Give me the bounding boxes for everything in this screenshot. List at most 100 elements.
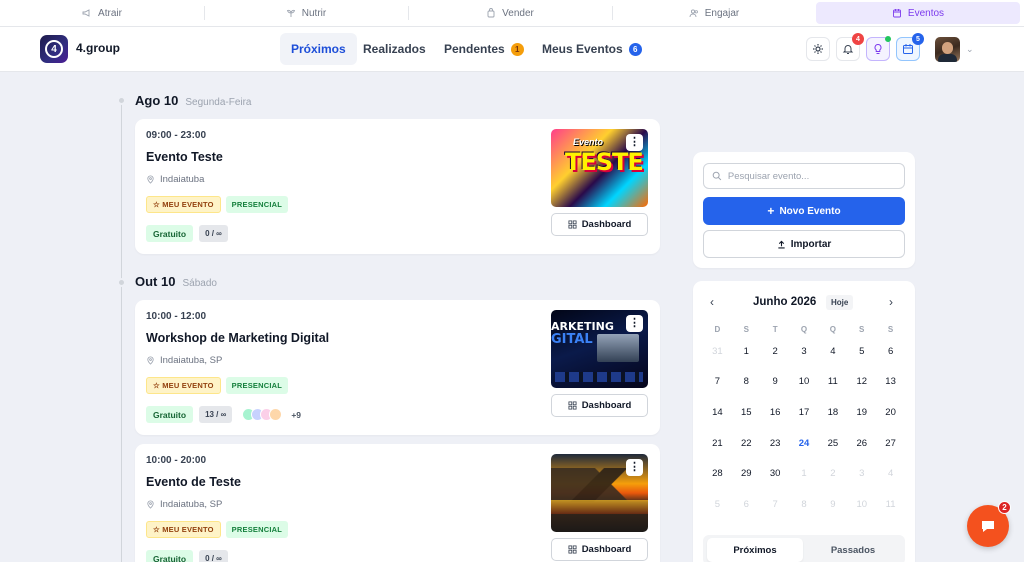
calendar-day[interactable]: 9: [761, 367, 790, 398]
calendar-day[interactable]: 30: [761, 458, 790, 489]
event-thumbnail[interactable]: ARKETING GITAL ⋮: [551, 310, 648, 388]
presencial-tag: PRESENCIAL: [225, 377, 289, 394]
attendance-badge: 0 / ∞: [199, 225, 228, 242]
calendar-day[interactable]: 1: [790, 458, 819, 489]
dashboard-label: Dashboard: [581, 544, 632, 555]
calendar-day[interactable]: 9: [818, 489, 847, 520]
calendar-day[interactable]: 13: [876, 367, 905, 398]
calendar-button[interactable]: 5: [896, 33, 924, 61]
event-meta: Gratuito 13 / ∞ +9: [146, 406, 301, 423]
calendar-day[interactable]: 14: [703, 397, 732, 428]
calendar-day[interactable]: 3: [847, 458, 876, 489]
plus-icon: +: [767, 204, 775, 218]
dashboard-button[interactable]: Dashboard: [551, 394, 648, 417]
calendar-day[interactable]: 10: [790, 367, 819, 398]
segment-proximos[interactable]: Próximos: [707, 538, 803, 562]
calendar-day[interactable]: 18: [818, 397, 847, 428]
calendar-day[interactable]: 3: [790, 336, 819, 367]
event-card[interactable]: 10:00 - 12:00 Workshop de Marketing Digi…: [135, 300, 660, 435]
event-title[interactable]: Workshop de Marketing Digital: [146, 331, 329, 345]
users-icon: [689, 9, 698, 18]
calendar-day[interactable]: 6: [876, 336, 905, 367]
event-thumbnail[interactable]: Evento TESTE ⋮: [551, 129, 648, 207]
dashboard-button[interactable]: Dashboard: [551, 213, 648, 236]
settings-button[interactable]: [806, 37, 830, 61]
app-logo[interactable]: 4: [40, 35, 68, 63]
calendar-day[interactable]: 20: [876, 397, 905, 428]
new-event-button[interactable]: + Novo Evento: [703, 197, 905, 225]
calendar-day[interactable]: 21: [703, 428, 732, 459]
calendar-day[interactable]: 4: [876, 458, 905, 489]
thumbnail-logos: [555, 372, 643, 382]
calendar-day[interactable]: 17: [790, 397, 819, 428]
calendar-day[interactable]: 2: [818, 458, 847, 489]
tab-meus-eventos[interactable]: Meus Eventos 6: [531, 33, 653, 65]
calendar-day[interactable]: 8: [790, 489, 819, 520]
calendar-day[interactable]: 10: [847, 489, 876, 520]
event-title[interactable]: Evento Teste: [146, 150, 223, 164]
dashboard-button[interactable]: Dashboard: [551, 538, 648, 561]
calendar-day[interactable]: 5: [703, 489, 732, 520]
module-label: Nutrir: [301, 7, 327, 19]
calendar-day[interactable]: 19: [847, 397, 876, 428]
calendar-day[interactable]: 5: [847, 336, 876, 367]
more-options-icon[interactable]: ⋮: [626, 459, 643, 476]
chevron-left-icon[interactable]: ‹: [710, 295, 714, 309]
module-atrair[interactable]: Atrair: [0, 2, 204, 24]
notifications-button[interactable]: 4: [836, 33, 864, 61]
calendar-day[interactable]: 4: [818, 336, 847, 367]
calendar-day[interactable]: 11: [818, 367, 847, 398]
calendar-day[interactable]: 11: [876, 489, 905, 520]
tab-pendentes[interactable]: Pendentes 1: [433, 33, 535, 65]
event-card[interactable]: 10:00 - 20:00 Evento de Teste Indaiatuba…: [135, 444, 660, 562]
event-card[interactable]: 09:00 - 23:00 Evento Teste Indaiatuba ☆ …: [135, 119, 660, 254]
calendar-day[interactable]: 27: [876, 428, 905, 459]
calendar-day[interactable]: 28: [703, 458, 732, 489]
tab-proximos[interactable]: Próximos: [280, 33, 357, 65]
ideas-button[interactable]: [866, 36, 891, 61]
calendar-day[interactable]: 25: [818, 428, 847, 459]
module-vender[interactable]: Vender: [408, 2, 612, 24]
weekday-label: S: [887, 324, 894, 334]
event-thumbnail[interactable]: ⋮: [551, 454, 648, 532]
timeline-line: [121, 102, 122, 562]
calendar-day[interactable]: 7: [761, 489, 790, 520]
segment-passados[interactable]: Passados: [805, 538, 901, 562]
today-button[interactable]: Hoje: [826, 295, 854, 310]
day-weekday: Sábado: [182, 278, 217, 289]
actions-panel: + Novo Evento Importar: [693, 152, 915, 268]
calendar-day[interactable]: 6: [732, 489, 761, 520]
user-avatar[interactable]: [935, 37, 960, 62]
calendar-day[interactable]: 15: [732, 397, 761, 428]
tab-realizados[interactable]: Realizados: [352, 33, 437, 65]
attendee-avatars[interactable]: [242, 408, 283, 421]
more-options-icon[interactable]: ⋮: [626, 315, 643, 332]
event-tags: ☆ MEU EVENTO PRESENCIAL: [146, 521, 289, 538]
calendar-day[interactable]: 31: [703, 336, 732, 367]
calendar-day[interactable]: 23: [761, 428, 790, 459]
chevron-down-icon[interactable]: ⌄: [966, 44, 974, 55]
calendar-day[interactable]: 12: [847, 367, 876, 398]
calendar-day[interactable]: 16: [761, 397, 790, 428]
megaphone-icon: [82, 9, 90, 17]
import-button[interactable]: Importar: [703, 230, 905, 258]
more-options-icon[interactable]: ⋮: [626, 134, 643, 151]
attendee-avatar: [269, 408, 283, 421]
calendar-day[interactable]: 1: [732, 336, 761, 367]
calendar-day[interactable]: 24: [790, 428, 819, 459]
calendar-day[interactable]: 26: [847, 428, 876, 459]
chevron-right-icon[interactable]: ›: [889, 295, 893, 309]
search-input[interactable]: [727, 170, 896, 182]
calendar-day[interactable]: 22: [732, 428, 761, 459]
module-nutrir[interactable]: Nutrir: [204, 2, 408, 24]
module-engajar[interactable]: Engajar: [612, 2, 816, 24]
search-box[interactable]: [703, 163, 905, 189]
calendar-day[interactable]: 2: [761, 336, 790, 367]
timeline-dot: [117, 278, 126, 287]
price-badge: Gratuito: [146, 225, 194, 242]
calendar-day[interactable]: 8: [732, 367, 761, 398]
calendar-day[interactable]: 29: [732, 458, 761, 489]
module-eventos[interactable]: Eventos: [816, 2, 1020, 24]
event-title[interactable]: Evento de Teste: [146, 475, 241, 489]
calendar-day[interactable]: 7: [703, 367, 732, 398]
